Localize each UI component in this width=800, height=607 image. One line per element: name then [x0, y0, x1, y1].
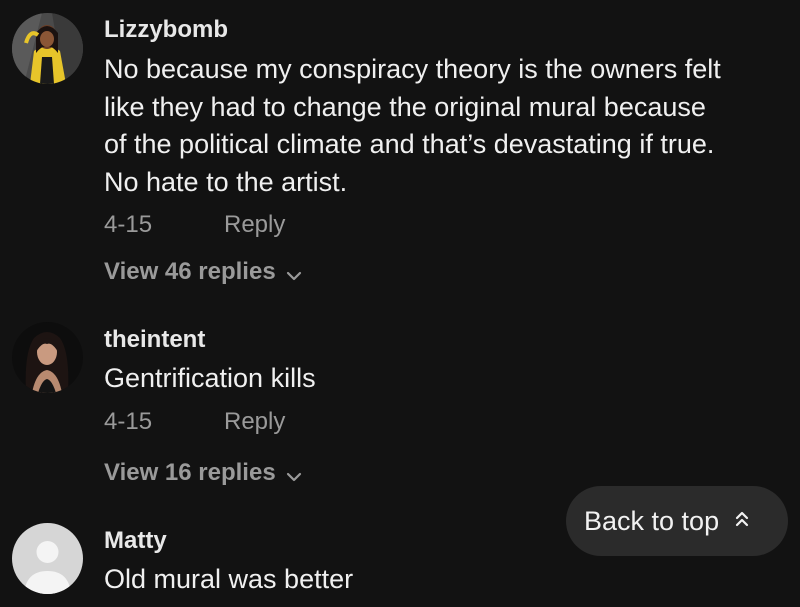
back-to-top-label: Back to top — [584, 505, 720, 536]
avatar[interactable] — [12, 13, 83, 84]
comment-username[interactable]: Lizzybomb — [104, 16, 228, 44]
view-replies-label: View 46 replies — [104, 258, 276, 285]
comment-text-line: of the political climate and that’s deva… — [104, 129, 715, 159]
comment-date: 4-15 — [104, 211, 153, 238]
chevron-down-icon — [286, 461, 302, 489]
reply-button[interactable]: Reply — [224, 408, 285, 436]
view-replies-button[interactable]: View 46 replies — [104, 256, 302, 288]
double-chevron-up-icon — [735, 510, 749, 533]
comment-text-line: No hate to the artist. — [104, 166, 348, 197]
comment-username[interactable]: theintent — [104, 326, 205, 354]
default-user-avatar-icon[interactable] — [12, 523, 83, 594]
comment-text-line: No because my conspiracy theory is the o… — [104, 54, 721, 84]
comment-username[interactable]: Matty — [104, 527, 167, 555]
comment-text-line: Old mural was better — [104, 564, 354, 594]
comment-text-line: like they had to change the original mur… — [104, 91, 706, 122]
chevron-down-icon — [286, 260, 302, 288]
back-to-top-button[interactable]: Back to top — [566, 486, 788, 556]
comment-text: Gentrification kills — [104, 360, 794, 398]
comment-text: No because my conspiracy theory is the o… — [104, 51, 794, 201]
comment-text-line: Gentrification kills — [104, 363, 316, 393]
avatar[interactable] — [12, 322, 83, 393]
reply-button[interactable]: Reply — [224, 211, 285, 239]
comment-text: Old mural was better — [104, 561, 794, 599]
view-replies-button[interactable]: View 16 replies — [104, 457, 302, 489]
comment-date: 4-15 — [104, 408, 153, 435]
view-replies-label: View 16 replies — [104, 459, 276, 486]
